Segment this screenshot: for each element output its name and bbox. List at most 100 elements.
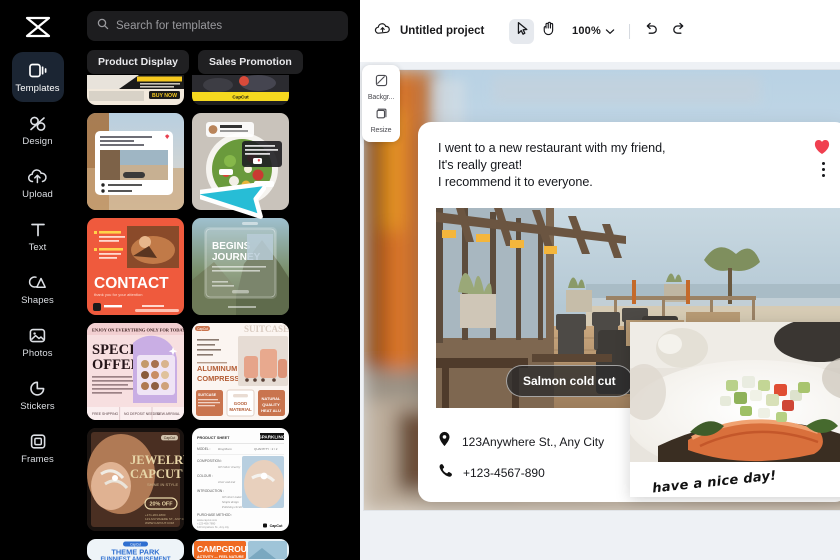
templates-icon [28, 60, 48, 81]
svg-text:JEWELRY: JEWELRY [130, 453, 184, 467]
sidebar-item-upload[interactable]: Upload [12, 158, 64, 208]
cloud-save-icon[interactable] [374, 22, 391, 41]
template-card-product-sheet[interactable]: PRODUCT SHEET SPARKLING MODEL : RingMoon… [192, 428, 289, 531]
hand-pan-icon [542, 21, 556, 41]
resize-icon [375, 107, 388, 125]
sidebar-item-label: Stickers [20, 401, 55, 412]
zoom-control[interactable]: 100% [563, 22, 620, 40]
svg-text:INTRODUCTION :: INTRODUCTION : [197, 489, 224, 493]
svg-text:CapCut: CapCut [270, 524, 284, 528]
template-card-begins-journey[interactable]: BEGINS JOURNEY [192, 218, 289, 315]
design-icon [28, 113, 48, 134]
chip-sales-promotion[interactable]: Sales Promotion [197, 50, 303, 74]
sidebar-item-label: Templates [15, 83, 60, 94]
search-container: Search for templates [75, 0, 360, 41]
undo-icon [644, 22, 659, 41]
background-icon [375, 74, 388, 92]
svg-text:CAPCUT: CAPCUT [130, 467, 183, 481]
stickers-icon [28, 378, 47, 399]
svg-text:ACTIVITY — FEEL NATURE: ACTIVITY — FEEL NATURE [197, 555, 244, 559]
search-input[interactable]: Search for templates [87, 11, 348, 41]
dish-image [630, 322, 840, 462]
svg-text:HEAT ALU: HEAT ALU [261, 408, 281, 413]
chip-product-display[interactable]: Product Display [87, 50, 189, 74]
location-pin-icon [438, 431, 451, 452]
sidebar-item-frames[interactable]: Frames [12, 423, 64, 473]
svg-text:RingMoon: RingMoon [217, 447, 232, 451]
search-placeholder: Search for templates [116, 20, 223, 32]
cursor-select-icon [515, 21, 529, 41]
svg-text:123 Anywhere St., Any city: 123 Anywhere St., Any city [197, 525, 229, 529]
sidebar-item-photos[interactable]: Photos [12, 317, 64, 367]
template-card-restaurant-review[interactable] [87, 113, 184, 210]
heart-filled-icon[interactable] [813, 139, 831, 160]
template-card-campground[interactable]: CAMPGROUND ACTIVITY — FEEL NATURE [192, 539, 289, 560]
project-info: Untitled project [374, 22, 484, 41]
hand-tool-button[interactable] [536, 19, 561, 44]
dish-photo-card[interactable]: have a nice day! [630, 322, 840, 497]
sidebar-item-label: Text [28, 242, 47, 253]
svg-text:thank you for your attention: thank you for your attention [94, 292, 142, 297]
select-tool-button[interactable] [509, 18, 535, 44]
svg-text:NATURAL: NATURAL [261, 396, 281, 401]
sidebar-item-templates[interactable]: Templates [11, 52, 64, 102]
photo-tag-label[interactable]: Salmon cold cut [506, 365, 633, 397]
sidebar-item-design[interactable]: Design [12, 105, 64, 155]
canvas-float-toolbar: Backgr... Resize [362, 65, 400, 142]
svg-text:PRODUCT SHEET: PRODUCT SHEET [197, 436, 230, 440]
zoom-level-value: 100% [572, 25, 601, 37]
svg-text:CapCut: CapCut [164, 436, 176, 440]
svg-text:SPARKLING: SPARKLING [259, 434, 286, 439]
svg-text:CapCut: CapCut [232, 95, 249, 100]
top-toolbar: Untitled project 100% [360, 0, 840, 62]
address-text: 123Anywhere St., Any City [462, 434, 605, 449]
template-card-product-selling-point[interactable]: BUY NOW [87, 75, 184, 105]
phone-text: +123-4567-890 [463, 465, 545, 480]
template-card-salad-bowl[interactable] [192, 113, 289, 210]
chevron-down-icon [605, 22, 615, 40]
svg-text:NO DEPOSIT NEEDED: NO DEPOSIT NEEDED [124, 412, 160, 416]
caption-line: I went to a new restaurant with my frien… [438, 141, 666, 155]
template-card-jewelry[interactable]: CapCut JEWELRY CAPCUT SHINE IN STYLE 20%… [87, 428, 184, 531]
upload-cloud-icon [27, 166, 48, 187]
svg-text:925 Silver Jewelry: 925 Silver Jewelry [218, 465, 241, 469]
project-name[interactable]: Untitled project [400, 25, 484, 37]
svg-text:FREE SHIPPING: FREE SHIPPING [92, 412, 119, 416]
sidebar-item-shapes[interactable]: Shapes [12, 264, 64, 314]
sidebar-item-label: Design [22, 136, 53, 147]
templates-panel: Search for templates Product Display Sal… [75, 0, 360, 560]
svg-text:Polishing circuit: Polishing circuit [221, 505, 242, 509]
handwriting-text: have a nice day! [651, 468, 778, 497]
template-card-special-offer[interactable]: ENJOY ON EVERYTHING ONLY FOR TODAY SPECI… [87, 323, 184, 420]
sidebar-item-label: Frames [21, 454, 54, 465]
svg-text:COMPOSITION :: COMPOSITION : [197, 459, 222, 463]
resize-button[interactable]: Resize [362, 104, 400, 137]
canvas-tools: 100% [509, 18, 691, 44]
capcut-logo-icon[interactable] [18, 10, 58, 44]
phone-row: +123-4567-890 [438, 463, 604, 482]
background-button[interactable]: Backgr... [362, 71, 400, 104]
redo-button[interactable] [666, 19, 691, 44]
caption-line: It's really great! [438, 158, 523, 172]
background-label: Backgr... [367, 94, 395, 101]
svg-text:SUITCASE: SUITCASE [198, 393, 217, 397]
left-nav-rail: Templates Design Upload Text Shapes Phot… [0, 0, 75, 560]
svg-text:+123-456-7890: +123-456-7890 [197, 522, 216, 526]
sidebar-item-text[interactable]: Text [12, 211, 64, 261]
svg-text:PURCHASE METHOD :: PURCHASE METHOD : [197, 513, 232, 517]
svg-text:THEME PARK: THEME PARK [111, 548, 160, 557]
more-vertical-icon[interactable] [822, 162, 825, 177]
svg-text:BUY NOW: BUY NOW [152, 93, 177, 99]
svg-text:GOOD: GOOD [234, 401, 247, 406]
template-card-theme-park[interactable]: CapCut THEME PARK FUNNIEST AMUSEMENT [87, 539, 184, 560]
undo-button[interactable] [639, 19, 664, 44]
app-root: Templates Design Upload Text Shapes Phot… [0, 0, 840, 560]
template-card-suitcase[interactable]: SUITCASE CapCut ALUMINUM ALL COMPRESSION [192, 323, 289, 420]
design-canvas[interactable]: I went to a new restaurant with my frien… [364, 70, 840, 510]
sidebar-item-stickers[interactable]: Stickers [12, 370, 64, 420]
svg-text:QUANTITY : 2 / 2: QUANTITY : 2 / 2 [254, 447, 278, 451]
template-card-contact-me[interactable]: CONTACT thank you for your attention [87, 218, 184, 315]
svg-text:20% OFF: 20% OFF [149, 502, 173, 508]
template-card-yellow-car[interactable]: CapCut [192, 75, 289, 105]
svg-text:CapCut: CapCut [130, 543, 141, 547]
